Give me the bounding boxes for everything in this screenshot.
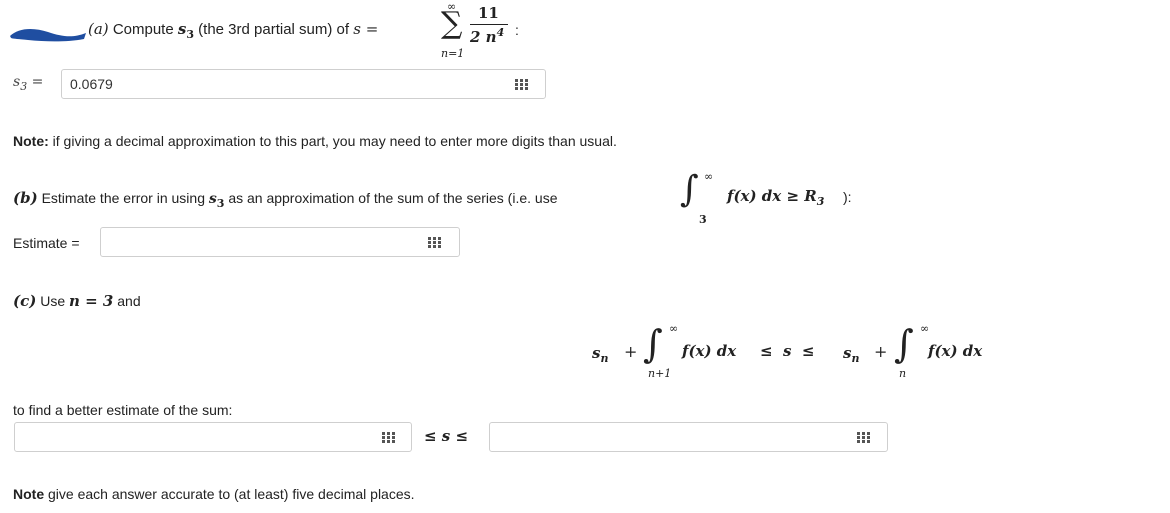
find-text: to find a better estimate of the sum: [13, 402, 233, 418]
keypad-icon[interactable] [515, 79, 528, 90]
part-b-text2: as an approximation of the sum of the se… [228, 190, 558, 206]
integral-icon: ∫ [643, 322, 663, 366]
part-b-label: (b) [13, 189, 38, 207]
part-a-label: (a) [88, 20, 109, 38]
part-b-prompt: (b) Estimate the error in using s3 as an… [13, 189, 558, 210]
int2-bottom: n [899, 367, 907, 380]
redaction-scribble [10, 28, 86, 42]
note-text: if giving a decimal approximation to thi… [48, 133, 617, 149]
part-c-prompt: (c) Use n = 3 and [13, 292, 141, 310]
part-a-prompt: (a) Compute s3 (the 3rd partial sum) of … [88, 20, 378, 41]
part-b-s: s [208, 191, 217, 207]
s3-sub: 3 [186, 28, 194, 41]
note-decimal: Note: if giving a decimal approximation … [13, 133, 617, 149]
fraction-bar [470, 24, 508, 25]
sum-bottom: n=1 [441, 47, 465, 60]
estimate-label: Estimate = [13, 235, 80, 251]
formula-plus-1: + [624, 342, 638, 361]
part-c-use: Use [40, 293, 66, 309]
integral-icon: ∫ [894, 322, 914, 366]
estimate-input[interactable] [100, 227, 460, 257]
int-b-integrand: f(x) dx ≥ R3 [727, 187, 825, 208]
int1-bottom: n+1 [648, 367, 672, 380]
part-a-compute-text: Compute [112, 21, 174, 38]
part-c-n-eq: n = 3 [69, 292, 114, 310]
formula-leq: ≤ s ≤ [760, 342, 815, 360]
formula-sn: sn [592, 344, 609, 365]
lower-bound-input[interactable] [14, 422, 412, 452]
formula-plus-2: + [874, 342, 888, 361]
part-b-close: ): [843, 189, 852, 205]
answer-a-input[interactable]: 0.0679 [61, 69, 546, 99]
s-equals: s = [353, 20, 379, 38]
keypad-icon[interactable] [428, 237, 441, 248]
note-bold: Note: [13, 133, 49, 149]
note-precision: Note give each answer accurate to (at le… [13, 486, 415, 502]
int2-integrand: f(x) dx [928, 342, 983, 360]
fraction-numerator: 11 [478, 4, 499, 22]
keypad-icon[interactable] [857, 432, 870, 443]
int1-top: ∞ [669, 322, 679, 335]
integral-icon: ∫ [680, 169, 699, 210]
note2-bold: Note [13, 486, 45, 502]
part-a-paren-text: (the 3rd partial sum) of [198, 21, 350, 38]
answer-a-label: s3 = [13, 74, 44, 93]
int2-top: ∞ [920, 322, 930, 335]
between-symbol: ≤ s ≤ [424, 427, 469, 445]
fraction-denominator: 2 n4 [470, 26, 505, 46]
keypad-icon[interactable] [382, 432, 395, 443]
formula-sn-2: sn [843, 344, 860, 365]
int-b-bottom: 3 [699, 213, 707, 226]
upper-bound-input[interactable] [489, 422, 888, 452]
int-b-top: ∞ [704, 170, 714, 183]
part-b-text1: Estimate the error in using [41, 190, 205, 206]
int1-integrand: f(x) dx [682, 342, 737, 360]
colon: : [515, 22, 519, 38]
part-c-and: and [117, 293, 141, 309]
part-c-label: (c) [13, 292, 37, 310]
note2-text: give each answer accurate to (at least) … [44, 486, 415, 502]
sigma-icon: ∑ [441, 6, 463, 41]
